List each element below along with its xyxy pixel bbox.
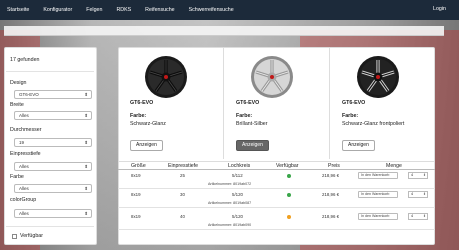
quantity-stepper[interactable]: 4 ⬍ bbox=[408, 172, 428, 179]
col-header-groesse: Größe bbox=[131, 163, 146, 169]
filter-label-durchmesser: Durchmesser bbox=[10, 127, 42, 133]
availability-status-dot bbox=[287, 193, 291, 197]
article-number: Artikelnummer: 8019ab087 bbox=[208, 201, 252, 205]
quantity-stepper[interactable]: 4 ⬍ bbox=[408, 191, 428, 198]
table-row: 8x19 25 5/112 218,96 € In den Warenkorb … bbox=[118, 171, 435, 189]
product-name: GT6-EVO bbox=[236, 100, 260, 106]
select-caret-icon: ⬍ bbox=[84, 211, 88, 216]
filter-label-design: Design bbox=[10, 80, 27, 86]
show-button[interactable]: Anzeigen bbox=[130, 140, 163, 151]
col-header-lochkreis: Lochkreis bbox=[228, 163, 251, 169]
select-caret-icon: ⬍ bbox=[84, 92, 88, 97]
filter-select-breite[interactable]: Alles ⬍ bbox=[14, 111, 92, 120]
availability-checkbox[interactable] bbox=[12, 233, 17, 239]
filter-label-breite: Breite bbox=[10, 102, 24, 108]
product-card: GT6-EVO Farbe: Brillant-Silber Anzeigen bbox=[224, 47, 330, 159]
filter-select-farbe[interactable]: Alles ⬍ bbox=[14, 184, 92, 193]
add-to-cart-button[interactable]: In den Warenkorb bbox=[358, 213, 398, 220]
cell-groesse: 8x19 bbox=[131, 214, 141, 219]
stepper-arrows-icon[interactable]: ⬍ bbox=[423, 192, 426, 197]
select-value: Alles bbox=[19, 211, 29, 216]
cell-einpresstiefe: 25 bbox=[180, 173, 185, 178]
color-label: Farbe: bbox=[342, 113, 359, 119]
filter-label-einpresstiefe: Einpresstiefe bbox=[10, 151, 41, 157]
nav-reifensuche[interactable]: Reifensuche bbox=[138, 7, 181, 13]
select-value: Alles bbox=[19, 186, 29, 191]
product-name: GT6-EVO bbox=[130, 100, 154, 106]
add-to-cart-button[interactable]: In den Warenkorb bbox=[358, 191, 398, 198]
cell-einpresstiefe: 40 bbox=[180, 214, 185, 219]
cell-preis: 218,96 € bbox=[322, 214, 340, 219]
login-link[interactable]: Login bbox=[426, 6, 453, 12]
cell-preis: 218,96 € bbox=[322, 192, 340, 197]
filter-select-einpresstiefe[interactable]: Alles ⬍ bbox=[14, 162, 92, 171]
cell-lochkreis: 5/120 bbox=[232, 214, 243, 219]
cell-preis: 218,96 € bbox=[322, 173, 340, 178]
availability-filter[interactable]: Verfügbar bbox=[12, 233, 43, 239]
availability-status-dot bbox=[287, 215, 291, 219]
cell-einpresstiefe: 30 bbox=[180, 192, 185, 197]
filter-select-colorgroup[interactable]: Alles ⬍ bbox=[14, 209, 92, 218]
color-value: Schwarz-Glanz bbox=[130, 121, 166, 127]
quantity-stepper[interactable]: 4 ⬍ bbox=[408, 213, 428, 220]
product-name: GT6-EVO bbox=[342, 100, 366, 106]
wheel-image-black bbox=[145, 56, 187, 98]
select-caret-icon: ⬍ bbox=[84, 164, 88, 169]
product-card: GT6-EVO Farbe: Schwarz-Glanz Anzeigen bbox=[118, 47, 224, 159]
table-header: Größe Einpresstiefe Lochkreis Verfügbar … bbox=[118, 161, 435, 170]
filter-select-durchmesser[interactable]: 19 ⬍ bbox=[14, 138, 92, 147]
table-row: 8x19 30 5/120 218,96 € In den Warenkorb … bbox=[118, 190, 435, 208]
availability-label: Verfügbar bbox=[20, 233, 43, 239]
select-value: Alles bbox=[19, 113, 29, 118]
result-count: 17 gefunden bbox=[10, 57, 40, 63]
select-value: Alles bbox=[19, 164, 29, 169]
quantity-value: 4 bbox=[411, 173, 414, 177]
quantity-value: 4 bbox=[411, 214, 414, 218]
select-value: 19 bbox=[19, 140, 25, 145]
color-label: Farbe: bbox=[130, 113, 147, 119]
cell-groesse: 8x19 bbox=[131, 173, 141, 178]
filter-label-farbe: Farbe bbox=[10, 174, 24, 180]
divider bbox=[6, 226, 94, 227]
nav-rdks[interactable]: RDKS bbox=[109, 7, 138, 13]
nav-startseite[interactable]: Startseite bbox=[0, 7, 36, 13]
article-number: Artikelnummer: 8019ab090 bbox=[208, 223, 252, 227]
col-header-preis: Preis bbox=[328, 163, 340, 169]
availability-status-dot bbox=[287, 174, 291, 178]
product-card: GT6-EVO Farbe: Schwarz-Glanz frontpolier… bbox=[330, 47, 435, 159]
select-caret-icon: ⬍ bbox=[84, 140, 88, 145]
nav-felgen[interactable]: Felgen bbox=[79, 7, 109, 13]
cell-groesse: 8x19 bbox=[131, 192, 141, 197]
color-label: Farbe: bbox=[236, 113, 253, 119]
breadcrumb-bar bbox=[4, 26, 444, 36]
filter-select-design[interactable]: GT6-EVO ⬍ bbox=[14, 90, 92, 99]
color-value: Brillant-Silber bbox=[236, 121, 268, 127]
col-header-menge: Menge bbox=[386, 163, 402, 169]
wheel-image-black-polished bbox=[357, 56, 399, 98]
wheel-image-silver bbox=[251, 56, 293, 98]
stepper-arrows-icon[interactable]: ⬍ bbox=[423, 214, 426, 219]
quantity-value: 4 bbox=[411, 192, 414, 196]
cell-lochkreis: 5/120 bbox=[232, 192, 243, 197]
col-header-einpresstiefe: Einpresstiefe bbox=[168, 163, 198, 169]
top-navbar: Startseite Konfigurator Felgen RDKS Reif… bbox=[0, 0, 459, 20]
show-button[interactable]: Anzeigen bbox=[342, 140, 375, 151]
divider bbox=[6, 71, 94, 72]
select-value: GT6-EVO bbox=[19, 92, 39, 97]
col-header-verfuegbar: Verfügbar bbox=[276, 163, 299, 169]
select-caret-icon: ⬍ bbox=[84, 186, 88, 191]
filter-label-colorgroup: colorGroup bbox=[10, 197, 37, 203]
show-button[interactable]: Anzeigen bbox=[236, 140, 269, 151]
select-caret-icon: ⬍ bbox=[84, 113, 88, 118]
table-row: 8x19 40 5/120 218,96 € In den Warenkorb … bbox=[118, 212, 435, 230]
nav-konfigurator[interactable]: Konfigurator bbox=[36, 7, 79, 13]
cell-lochkreis: 5/112 bbox=[232, 173, 243, 178]
nav-schwerreifensuche[interactable]: Schwerreifensuche bbox=[182, 7, 241, 13]
article-number: Artikelnummer: 8019ab072 bbox=[208, 182, 252, 186]
stepper-arrows-icon[interactable]: ⬍ bbox=[423, 173, 426, 178]
color-value: Schwarz-Glanz frontpoliert bbox=[342, 121, 405, 127]
add-to-cart-button[interactable]: In den Warenkorb bbox=[358, 172, 398, 179]
